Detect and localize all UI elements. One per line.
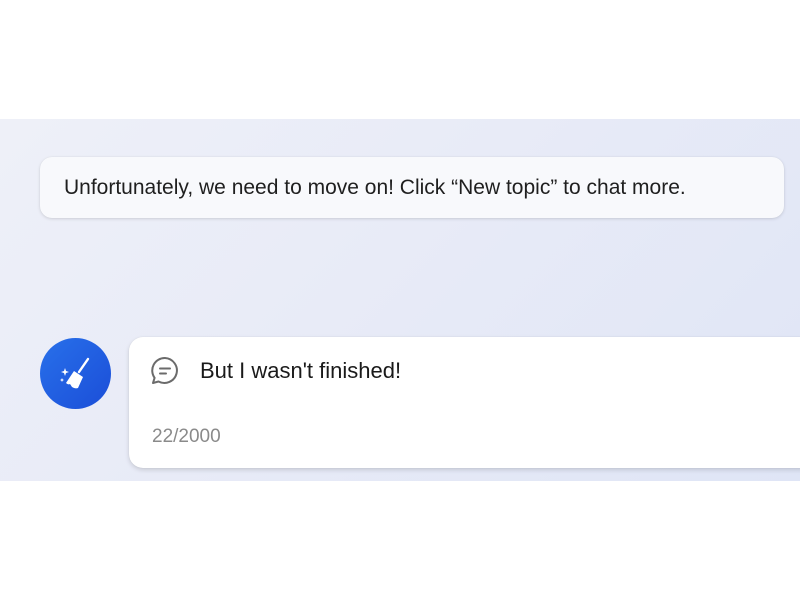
bot-message-text: Unfortunately, we need to move on! Click… <box>64 175 686 199</box>
message-input[interactable]: But I wasn't finished! <box>200 358 401 384</box>
char-counter: 22/2000 <box>152 426 221 447</box>
new-topic-button[interactable] <box>40 338 111 409</box>
page: Unfortunately, we need to move on! Click… <box>0 0 800 600</box>
chat-bubble-icon <box>151 356 178 384</box>
broom-sparkle-icon <box>59 357 89 388</box>
bot-message-bubble: Unfortunately, we need to move on! Click… <box>40 157 784 218</box>
message-composer[interactable]: But I wasn't finished! 22/2000 <box>129 337 800 468</box>
chat-area: Unfortunately, we need to move on! Click… <box>0 119 800 481</box>
